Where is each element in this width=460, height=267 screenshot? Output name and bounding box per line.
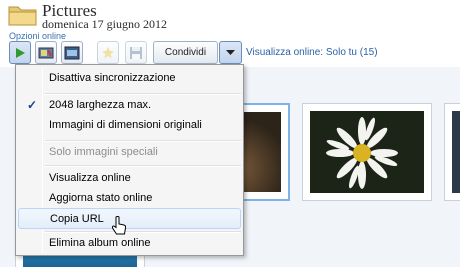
- play-icon: [16, 47, 25, 58]
- photo-edit-icon: [38, 47, 54, 58]
- menu-item-disable-sync[interactable]: Disattiva sincronizzazione: [18, 68, 241, 89]
- save-button[interactable]: [125, 41, 147, 64]
- online-options-link[interactable]: Opzioni online: [9, 31, 66, 41]
- menu-item-refresh-online[interactable]: Aggiorna stato online: [18, 188, 241, 209]
- hand-cursor-icon: [112, 216, 126, 235]
- filmstrip-icon: [64, 46, 80, 59]
- daisy-photo: [326, 117, 398, 189]
- menu-item-copy-url[interactable]: Copia URL: [18, 208, 241, 229]
- check-icon: ✓: [27, 98, 38, 112]
- menu-item-original-size[interactable]: Immagini di dimensioni originali: [18, 115, 241, 136]
- menu-item-delete-online-album[interactable]: Elimina album online: [18, 233, 241, 254]
- share-options-menu: Disattiva sincronizzazione ✓ 2048 larghe…: [15, 64, 244, 256]
- share-dropdown-button[interactable]: [219, 41, 242, 64]
- share-button-label: Condividi: [164, 47, 207, 58]
- save-icon: [130, 46, 142, 59]
- photo-edit-button[interactable]: [35, 41, 57, 64]
- album-date: domenica 17 giugno 2012: [42, 17, 167, 31]
- photo-thumbnail[interactable]: [302, 103, 432, 201]
- photo-thumbnail[interactable]: [444, 103, 460, 201]
- star-icon: [102, 46, 114, 58]
- menu-item-2048-max-width[interactable]: ✓ 2048 larghezza max.: [18, 95, 241, 116]
- folder-icon: [8, 6, 37, 26]
- menu-item-view-online[interactable]: Visualizza online: [18, 168, 241, 189]
- menu-item-special-only: Solo immagini speciali: [49, 146, 158, 158]
- slideshow-button[interactable]: [9, 41, 31, 64]
- filmstrip-button[interactable]: [61, 41, 83, 64]
- favorite-button[interactable]: [97, 41, 119, 64]
- chevron-down-icon: [226, 49, 235, 55]
- share-button[interactable]: Condividi: [153, 41, 218, 64]
- online-visibility-link[interactable]: Visualizza online: Solo tu (15): [246, 47, 378, 58]
- menu-separator: [45, 165, 241, 167]
